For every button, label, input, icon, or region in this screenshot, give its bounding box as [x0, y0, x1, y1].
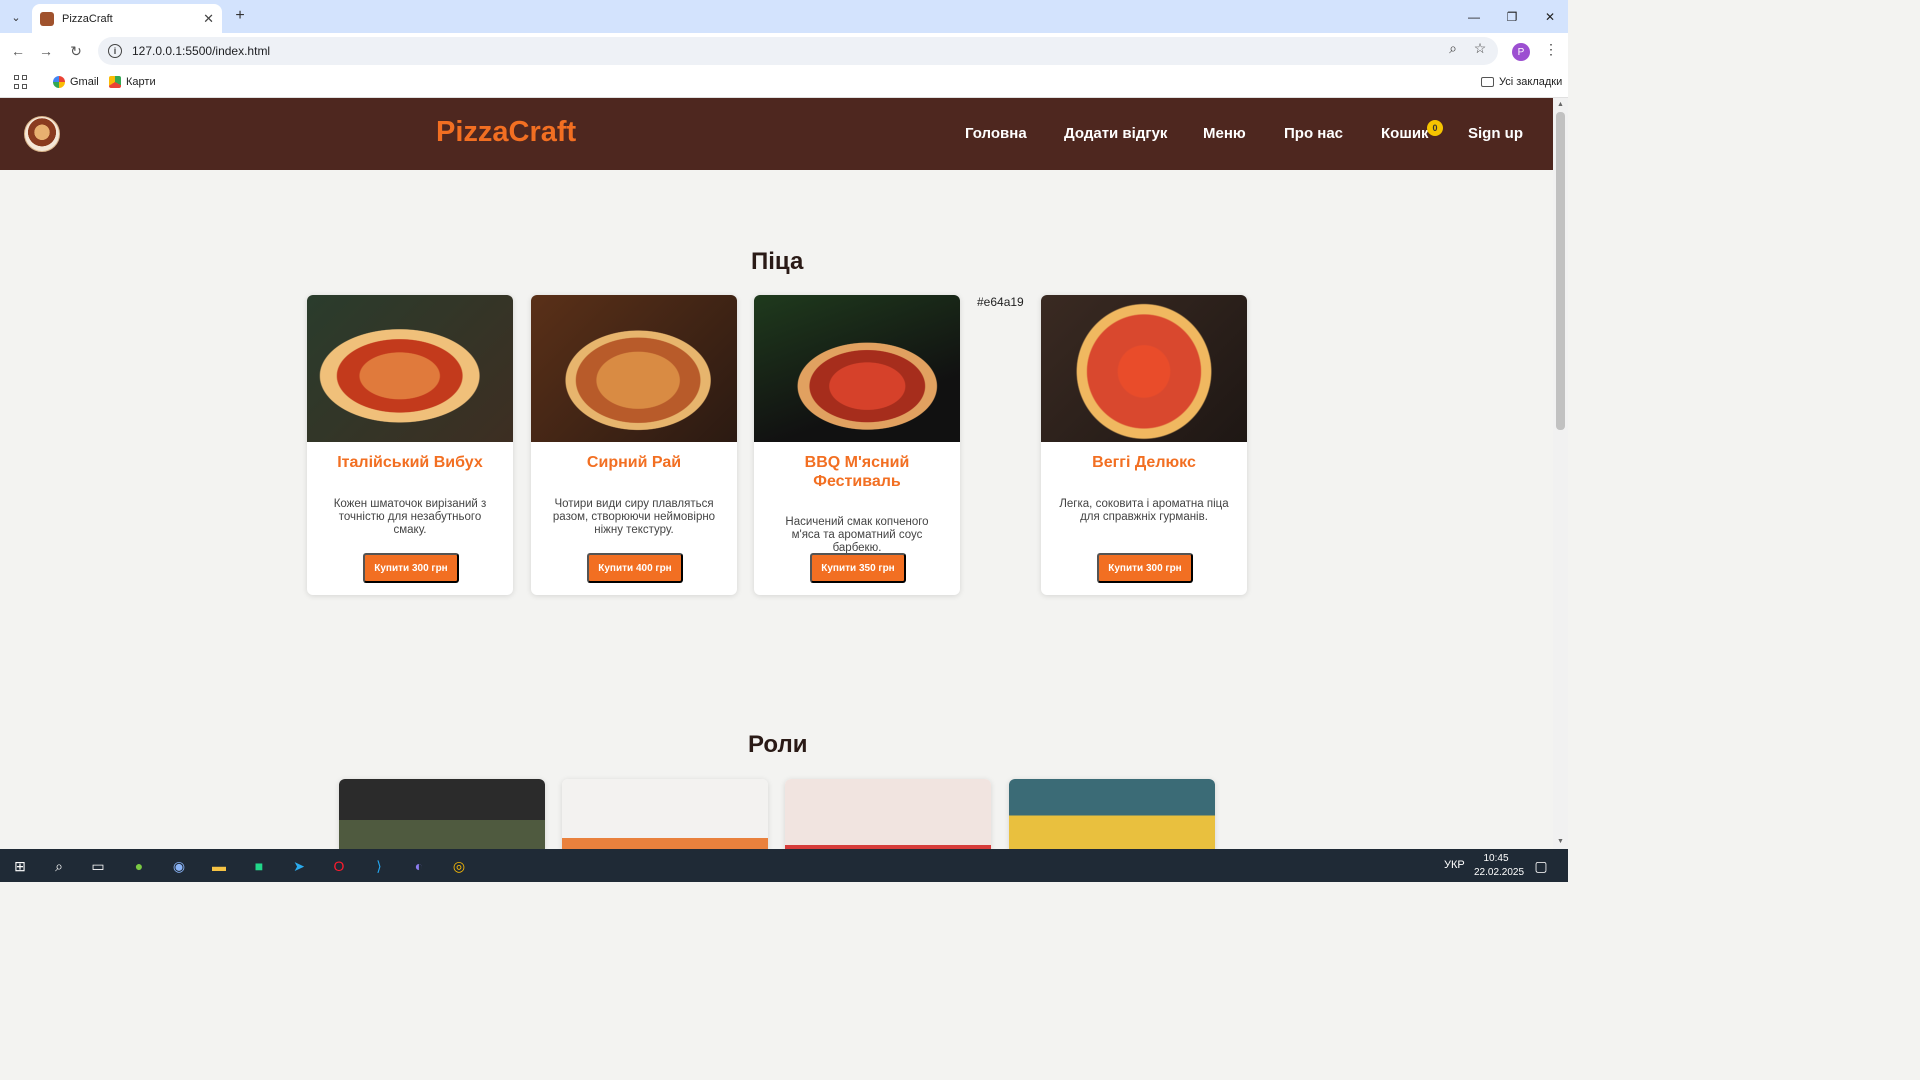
scrollbar-thumb[interactable] — [1556, 112, 1565, 430]
tab-search-icon[interactable]: ⌄ — [6, 7, 26, 27]
nav-about[interactable]: Про нас — [1284, 125, 1343, 142]
scroll-down-icon[interactable]: ▼ — [1557, 838, 1564, 845]
page-scrollbar[interactable]: ▲ ▼ — [1553, 98, 1568, 849]
rolls-section-title: Роли — [748, 731, 808, 758]
windows-start-icon[interactable]: ⊞ — [10, 856, 30, 876]
site-info-icon[interactable]: i — [108, 44, 122, 58]
browser-toolbar: ← → ↻ i 127.0.0.1:5500/index.html ⌕ ☆ — [0, 33, 1568, 69]
minimize-icon[interactable]: — — [1455, 0, 1493, 33]
pizza-card: Сирний Рай Чотири види сиру плавляться р… — [531, 295, 737, 595]
browser-tab-strip: ⌄ PizzaCraft ✕ + — ❐ ✕ — [0, 0, 1568, 33]
reload-icon[interactable]: ↻ — [66, 41, 86, 61]
notifications-icon[interactable]: ▢ — [1531, 856, 1551, 876]
zoom-icon[interactable]: ⌕ — [1442, 37, 1464, 59]
back-icon[interactable]: ← — [8, 41, 28, 61]
apps-grid-icon[interactable] — [14, 75, 28, 89]
close-tab-icon[interactable]: ✕ — [203, 11, 214, 27]
discord-icon[interactable]: ◐ — [409, 856, 429, 876]
nav-add-review[interactable]: Додати відгук — [1064, 125, 1167, 142]
pizza-section-title: Піца — [751, 248, 804, 275]
pizza-image — [1041, 295, 1247, 442]
roll-image — [339, 779, 545, 849]
bookmark-star-icon[interactable]: ☆ — [1469, 37, 1491, 59]
task-view-icon[interactable]: ▭ — [88, 856, 108, 876]
nav-sign-up[interactable]: Sign up — [1468, 125, 1523, 142]
buy-button[interactable]: Купити 400 грн — [587, 553, 683, 583]
folder-icon — [1481, 77, 1494, 87]
roll-card — [785, 779, 991, 849]
color-code-text: #e64a19 — [977, 295, 1024, 309]
pizzacraft-favicon-icon — [40, 11, 54, 26]
scroll-up-icon[interactable]: ▲ — [1557, 101, 1564, 108]
pizza-description: Кожен шматочок вирізаний з точністю для … — [333, 498, 487, 536]
nav-menu[interactable]: Меню — [1203, 125, 1246, 142]
buy-button[interactable]: Купити 350 грн — [810, 553, 906, 583]
clock-date: 22.02.2025 — [1474, 867, 1525, 878]
chrome-icon[interactable]: ◎ — [449, 856, 469, 876]
maps-icon — [109, 76, 121, 88]
clock-time: 10:45 — [1483, 853, 1509, 864]
telegram-icon[interactable]: ➤ — [289, 856, 309, 876]
brand-title: PizzaCraft — [436, 116, 577, 148]
roll-card — [1009, 779, 1215, 849]
forward-icon[interactable]: → — [36, 41, 56, 61]
new-tab-icon[interactable]: + — [230, 6, 250, 26]
pizza-description: Легка, соковита і ароматна піца для спра… — [1059, 498, 1229, 523]
page-viewport: PizzaCraft Головна Додати відгук Меню Пр… — [0, 98, 1553, 849]
system-clock[interactable]: 10:45 22.02.2025 — [1474, 852, 1525, 880]
google-icon — [53, 76, 65, 88]
browser-tab[interactable]: PizzaCraft ✕ — [32, 4, 222, 33]
restore-icon[interactable]: ❐ — [1493, 0, 1531, 33]
roll-image — [1009, 779, 1215, 849]
site-header: PizzaCraft Головна Додати відгук Меню Пр… — [0, 98, 1553, 170]
nav-home[interactable]: Головна — [965, 125, 1027, 142]
search-icon[interactable]: ⌕ — [49, 856, 69, 876]
bookmark-label: Gmail — [70, 76, 99, 88]
bookmarks-bar: Gmail Карти Усі закладки — [0, 69, 1568, 98]
pycharm-icon[interactable]: ■ — [249, 856, 269, 876]
all-bookmarks[interactable]: Усі закладки — [1481, 76, 1562, 88]
pizza-card: Італійський Вибух Кожен шматочок вирізан… — [307, 295, 513, 595]
address-bar[interactable]: i 127.0.0.1:5500/index.html — [98, 37, 1498, 65]
pizza-name: Сирний Рай — [586, 454, 682, 471]
browser-menu-icon[interactable]: ⋮ — [1544, 41, 1558, 58]
pizza-card: Веггі Делюкс Легка, соковита і ароматна … — [1041, 295, 1247, 595]
pizza-image — [531, 295, 737, 442]
pizza-image — [307, 295, 513, 442]
bookmark-gmail[interactable]: Gmail — [53, 76, 99, 88]
buy-button[interactable]: Купити 300 грн — [363, 553, 459, 583]
opera-icon[interactable]: O — [329, 856, 349, 876]
pizza-image — [754, 295, 960, 442]
vscode-icon[interactable]: ⟩ — [369, 856, 389, 876]
pizzacraft-logo[interactable] — [24, 116, 60, 152]
pizza-card: BBQ М'ясний Фестиваль Насичений смак коп… — [754, 295, 960, 595]
bookmark-label: Карти — [126, 76, 156, 88]
bookmark-maps[interactable]: Карти — [109, 76, 156, 88]
nav-cart[interactable]: Кошик — [1381, 125, 1429, 142]
url-text: 127.0.0.1:5500/index.html — [132, 44, 271, 58]
file-explorer-icon[interactable]: ▬ — [209, 856, 229, 876]
cart-count-badge: 0 — [1427, 120, 1443, 136]
os-taskbar: ⊞ ⌕ ▭ ● ◉ ▬ ■ ➤ O ⟩ ◐ ◎ УКР 10:45 22.02.… — [0, 849, 1568, 882]
window-close-icon[interactable]: ✕ — [1531, 0, 1569, 33]
all-bookmarks-label: Усі закладки — [1499, 76, 1563, 88]
buy-button[interactable]: Купити 300 грн — [1097, 553, 1193, 583]
steam-icon[interactable]: ◉ — [169, 856, 189, 876]
xbox-icon[interactable]: ● — [129, 856, 149, 876]
roll-card — [339, 779, 545, 849]
roll-image — [562, 779, 768, 849]
pizza-name: Веггі Делюкс — [1092, 454, 1196, 471]
tab-title: PizzaCraft — [62, 12, 113, 25]
roll-card — [562, 779, 768, 849]
pizza-description: Чотири види сиру плавляться разом, створ… — [552, 498, 716, 536]
pizza-name: Італійський Вибух — [337, 454, 483, 471]
roll-image — [785, 779, 991, 849]
language-indicator[interactable]: УКР — [1444, 859, 1465, 871]
profile-avatar[interactable]: P — [1512, 43, 1530, 61]
pizza-name: BBQ М'ясний Фестиваль — [804, 454, 910, 490]
pizza-description: Насичений смак копченого м'яса та аромат… — [785, 516, 929, 554]
